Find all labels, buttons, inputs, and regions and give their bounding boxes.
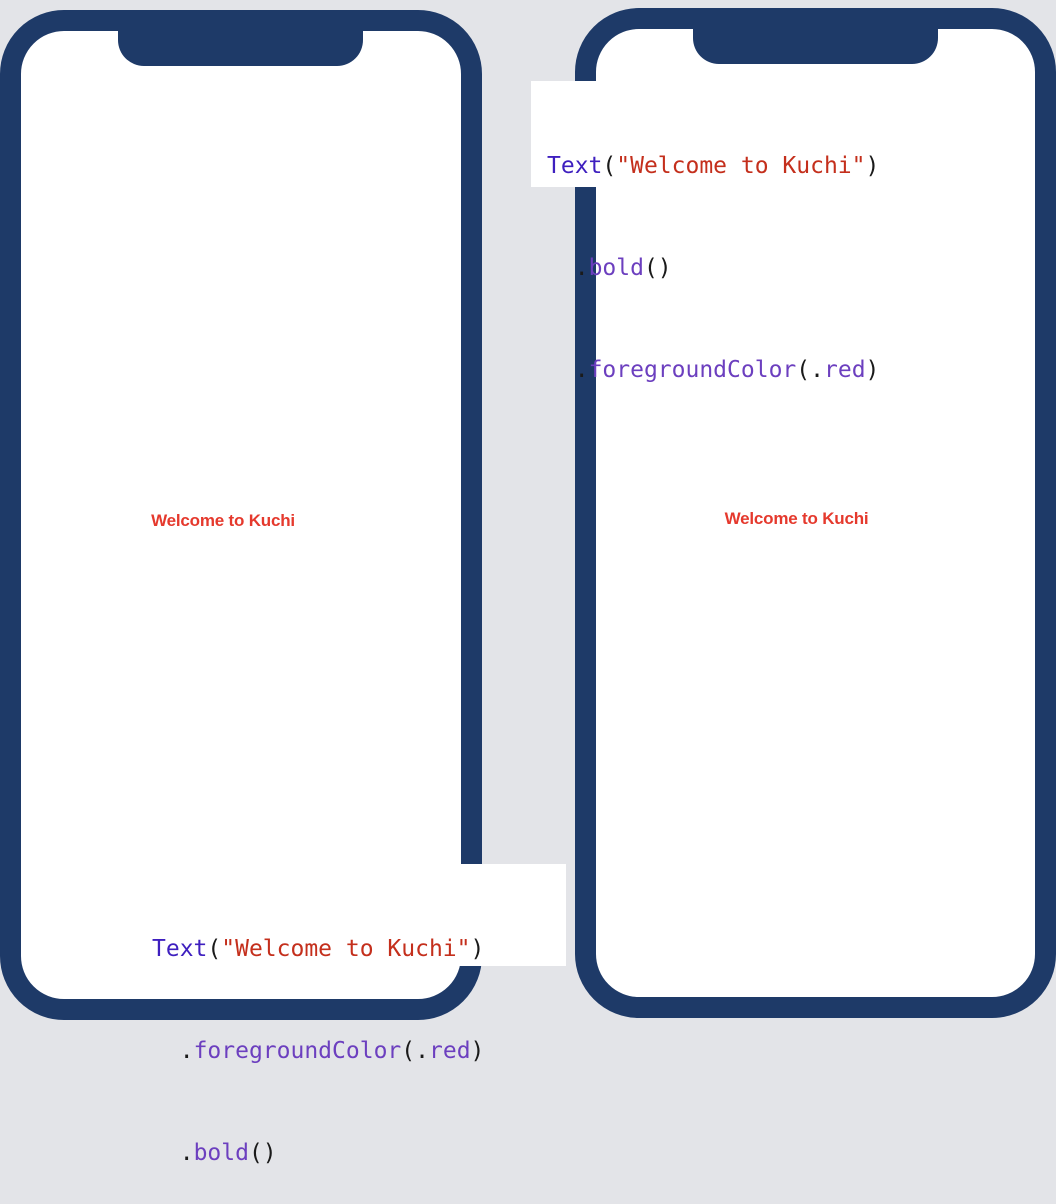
code-paren: ( bbox=[796, 357, 811, 383]
code-line: Text("Welcome to Kuchi") bbox=[152, 932, 566, 966]
code-line: .bold() bbox=[547, 251, 935, 285]
code-paren: ) bbox=[470, 1038, 485, 1064]
preview-text-right: Welcome to Kuchi bbox=[724, 509, 869, 528]
code-dot: . bbox=[179, 1038, 194, 1064]
code-snippet-left: Text("Welcome to Kuchi") .foregroundColo… bbox=[134, 864, 566, 1166]
code-dot: . bbox=[810, 357, 824, 383]
code-paren: ( bbox=[401, 1038, 416, 1064]
code-type: Text bbox=[152, 936, 208, 962]
code-line: Text("Welcome to Kuchi") bbox=[547, 149, 935, 183]
code-paren: ( bbox=[207, 936, 222, 962]
code-string: "Welcome to Kuchi" bbox=[221, 936, 471, 962]
phone-notch bbox=[118, 31, 363, 66]
code-paren: ( bbox=[602, 153, 617, 179]
code-paren: ) bbox=[865, 153, 880, 179]
code-method: bold bbox=[193, 1140, 249, 1166]
phone-notch bbox=[693, 29, 938, 64]
code-type: Text bbox=[547, 153, 603, 179]
code-dot: . bbox=[574, 255, 589, 281]
code-string: "Welcome to Kuchi" bbox=[616, 153, 866, 179]
code-paren: ) bbox=[470, 936, 485, 962]
code-method: foregroundColor bbox=[193, 1038, 402, 1064]
code-paren: () bbox=[643, 255, 672, 281]
preview-text-left: Welcome to Kuchi bbox=[151, 511, 295, 530]
code-dot: . bbox=[574, 357, 589, 383]
code-argument: red bbox=[429, 1038, 471, 1064]
code-paren: ) bbox=[865, 357, 880, 383]
code-method: bold bbox=[588, 255, 644, 281]
code-line: .foregroundColor(.red) bbox=[152, 1034, 566, 1068]
code-line: .bold() bbox=[152, 1136, 566, 1170]
code-method: foregroundColor bbox=[588, 357, 797, 383]
code-snippet-right: Text("Welcome to Kuchi") .bold() .foregr… bbox=[531, 81, 935, 383]
code-dot: . bbox=[179, 1140, 194, 1166]
code-dot: . bbox=[415, 1038, 429, 1064]
code-argument: red bbox=[824, 357, 866, 383]
code-line: .foregroundColor(.red) bbox=[547, 353, 935, 387]
code-paren: () bbox=[248, 1140, 277, 1166]
